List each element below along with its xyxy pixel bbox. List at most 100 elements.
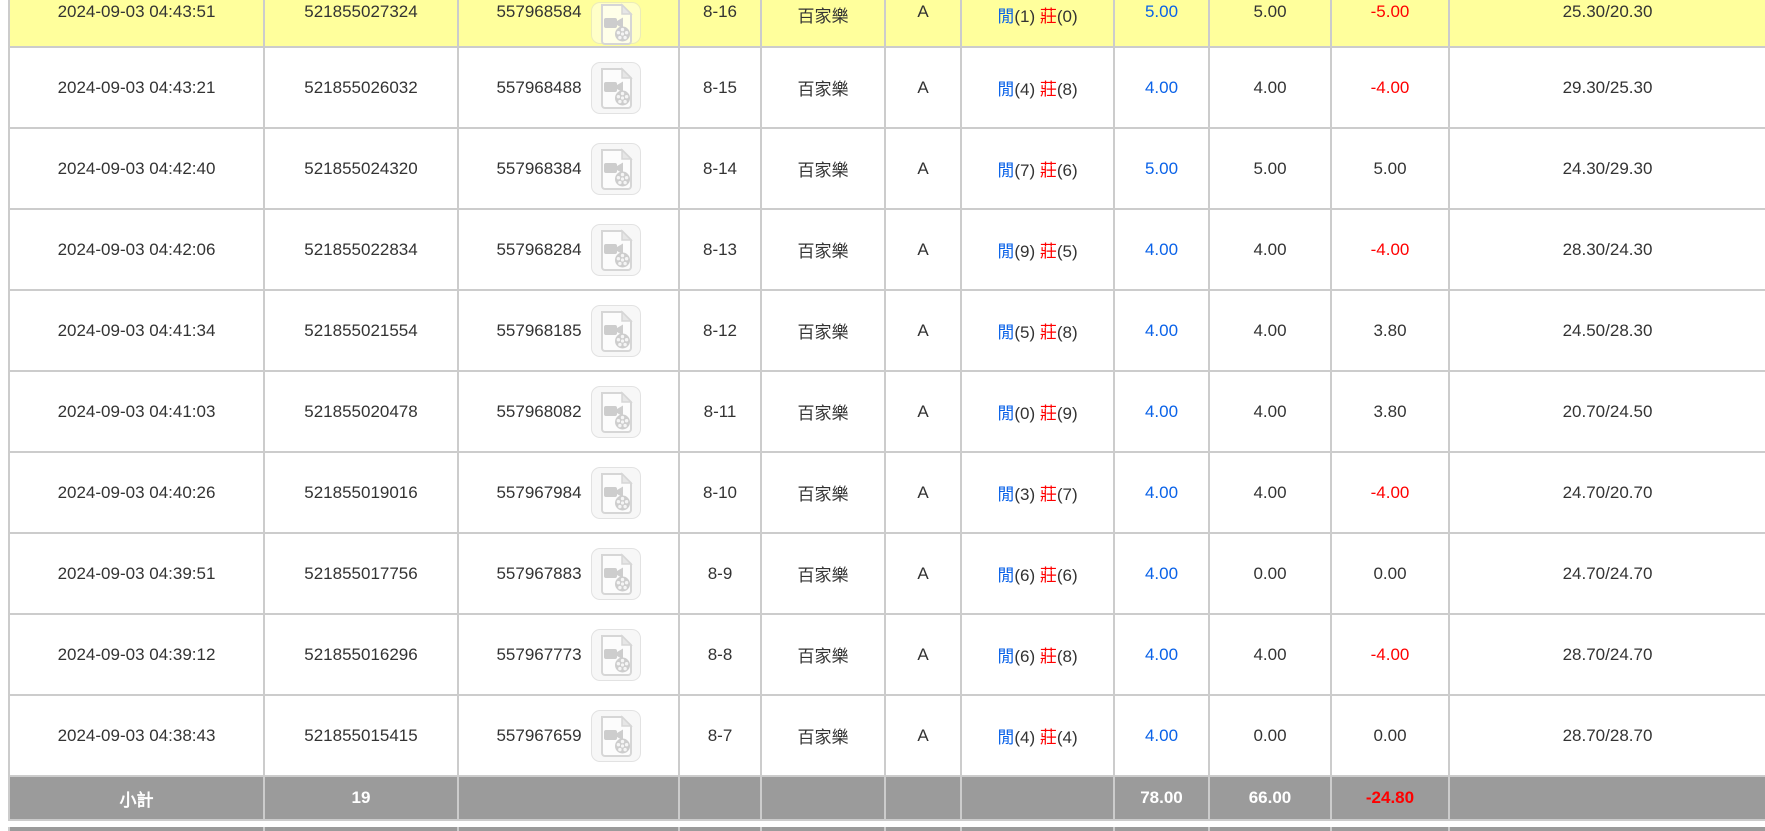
game-id-cell: 557967659 (459, 696, 680, 777)
game-id-cell: 557968584 (459, 0, 680, 48)
bet-amount-cell: 4.00 (1115, 291, 1210, 372)
bet-table-body: 2024-09-03 04:43:51521855027324 557968584… (8, 0, 1765, 831)
game-name-cell: 百家樂 (762, 291, 886, 372)
video-replay-icon[interactable] (591, 629, 641, 681)
table-row: 2024-09-03 04:38:43521855015415557967659… (8, 696, 1765, 777)
game-id-content: 557967883 (496, 534, 640, 613)
video-replay-icon[interactable] (591, 710, 641, 762)
subtotal-empty-round (680, 777, 762, 821)
result-cell: 閒(5) 莊(8) (962, 291, 1115, 372)
game-name-cell: 百家樂 (762, 129, 886, 210)
video-replay-icon[interactable] (591, 143, 641, 195)
player-label: 閒 (997, 728, 1014, 747)
table-code-cell: A (886, 696, 962, 777)
game-id-value: 557967773 (496, 645, 581, 665)
table-row: 2024-09-03 04:42:06521855022834557968284… (8, 210, 1765, 291)
balance-cell: 25.30/20.30 (1450, 0, 1765, 48)
banker-label: 莊 (1040, 7, 1057, 26)
table-row: 2024-09-03 04:39:51521855017756557967883… (8, 534, 1765, 615)
valid-amount-cell: 4.00 (1210, 291, 1332, 372)
bet-amount-cell: 4.00 (1115, 453, 1210, 534)
subtotal-empty-game-id (459, 777, 680, 821)
bet-time-cell: 2024-09-03 04:39:51 (8, 534, 265, 615)
table-row: 2024-09-03 04:43:51521855027324 557968584… (8, 0, 1765, 48)
banker-label: 莊 (1040, 485, 1057, 504)
valid-amount-cell: 4.00 (1210, 453, 1332, 534)
balance-cell: 24.50/28.30 (1450, 291, 1765, 372)
banker-label: 莊 (1040, 404, 1057, 423)
video-replay-icon[interactable] (591, 62, 641, 114)
table-code-cell: A (886, 210, 962, 291)
bet-id-cell: 521855020478 (265, 372, 459, 453)
valid-amount-cell: 4.00 (1210, 48, 1332, 129)
game-id-value: 557968082 (496, 402, 581, 422)
bet-amount-cell: 4.00 (1115, 48, 1210, 129)
game-id-value: 557968284 (496, 240, 581, 260)
bet-time-cell: 2024-09-03 04:42:40 (8, 129, 265, 210)
bet-time-cell: 2024-09-03 04:42:06 (8, 210, 265, 291)
game-id-cell: 557968488 (459, 48, 680, 129)
bet-time-cell: 2024-09-03 04:43:51 (8, 0, 265, 48)
bet-id-cell: 521855021554 (265, 291, 459, 372)
table-code-cell: A (886, 534, 962, 615)
balance-cell: 29.30/25.30 (1450, 48, 1765, 129)
round-cell: 8-16 (680, 0, 762, 48)
video-replay-icon[interactable] (591, 548, 641, 600)
table-row: 2024-09-03 04:43:21521855026032557968488… (8, 48, 1765, 129)
game-id-cell: 557967773 (459, 615, 680, 696)
total-cutoff-cell (1115, 827, 1210, 831)
subtotal-bet-cell: 78.00 (1115, 777, 1210, 821)
result-cell: 閒(4) 莊(8) (962, 48, 1115, 129)
subtotal-empty-result (962, 777, 1115, 821)
bet-time-cell: 2024-09-03 04:41:34 (8, 291, 265, 372)
game-name-cell: 百家樂 (762, 534, 886, 615)
bet-history-view: 2024-09-03 04:43:51521855027324 557968584… (0, 0, 1765, 831)
bet-amount-cell: 4.00 (1115, 210, 1210, 291)
video-replay-icon[interactable] (591, 467, 641, 519)
game-id-content: 557968185 (496, 291, 640, 370)
balance-cell: 28.70/28.70 (1450, 696, 1765, 777)
win-loss-cell: -4.00 (1332, 48, 1450, 129)
subtotal-count-cell: 19 (265, 777, 459, 821)
bet-time-cell: 2024-09-03 04:41:03 (8, 372, 265, 453)
bet-id-cell: 521855026032 (265, 48, 459, 129)
game-id-cell: 557967984 (459, 453, 680, 534)
table-code-cell: A (886, 48, 962, 129)
total-cutoff-cell (1210, 827, 1332, 831)
bet-id-cell: 521855024320 (265, 129, 459, 210)
win-loss-cell: -4.00 (1332, 210, 1450, 291)
round-cell: 8-10 (680, 453, 762, 534)
video-replay-icon[interactable] (591, 305, 641, 357)
game-id-content: 557968284 (496, 210, 640, 289)
banker-label: 莊 (1040, 647, 1057, 666)
win-loss-cell: 3.80 (1332, 291, 1450, 372)
game-id-content: 557968082 (496, 372, 640, 451)
balance-cell: 28.70/24.70 (1450, 615, 1765, 696)
video-replay-icon[interactable] (591, 386, 641, 438)
valid-amount-cell: 4.00 (1210, 210, 1332, 291)
game-id-content: 557968584 (496, 2, 640, 44)
table-code-cell: A (886, 372, 962, 453)
result-cell: 閒(7) 莊(6) (962, 129, 1115, 210)
total-cutoff-cell (1332, 827, 1450, 831)
game-id-value: 557968584 (496, 2, 581, 22)
bet-id-cell: 521855015415 (265, 696, 459, 777)
bet-id-cell: 521855027324 (265, 0, 459, 48)
player-label: 閒 (997, 80, 1014, 99)
player-label: 閒 (997, 485, 1014, 504)
bet-id-cell: 521855019016 (265, 453, 459, 534)
bet-time-cell: 2024-09-03 04:40:26 (8, 453, 265, 534)
subtotal-empty-game-name (762, 777, 886, 821)
result-cell: 閒(4) 莊(4) (962, 696, 1115, 777)
win-loss-cell: -4.00 (1332, 615, 1450, 696)
video-replay-icon[interactable] (591, 2, 641, 44)
total-cutoff-cell (459, 827, 680, 831)
round-cell: 8-15 (680, 48, 762, 129)
result-cell: 閒(6) 莊(8) (962, 615, 1115, 696)
total-cutoff-cell (1450, 827, 1765, 831)
game-name-cell: 百家樂 (762, 615, 886, 696)
table-code-cell: A (886, 453, 962, 534)
round-cell: 8-13 (680, 210, 762, 291)
bet-time-cell: 2024-09-03 04:43:21 (8, 48, 265, 129)
video-replay-icon[interactable] (591, 224, 641, 276)
